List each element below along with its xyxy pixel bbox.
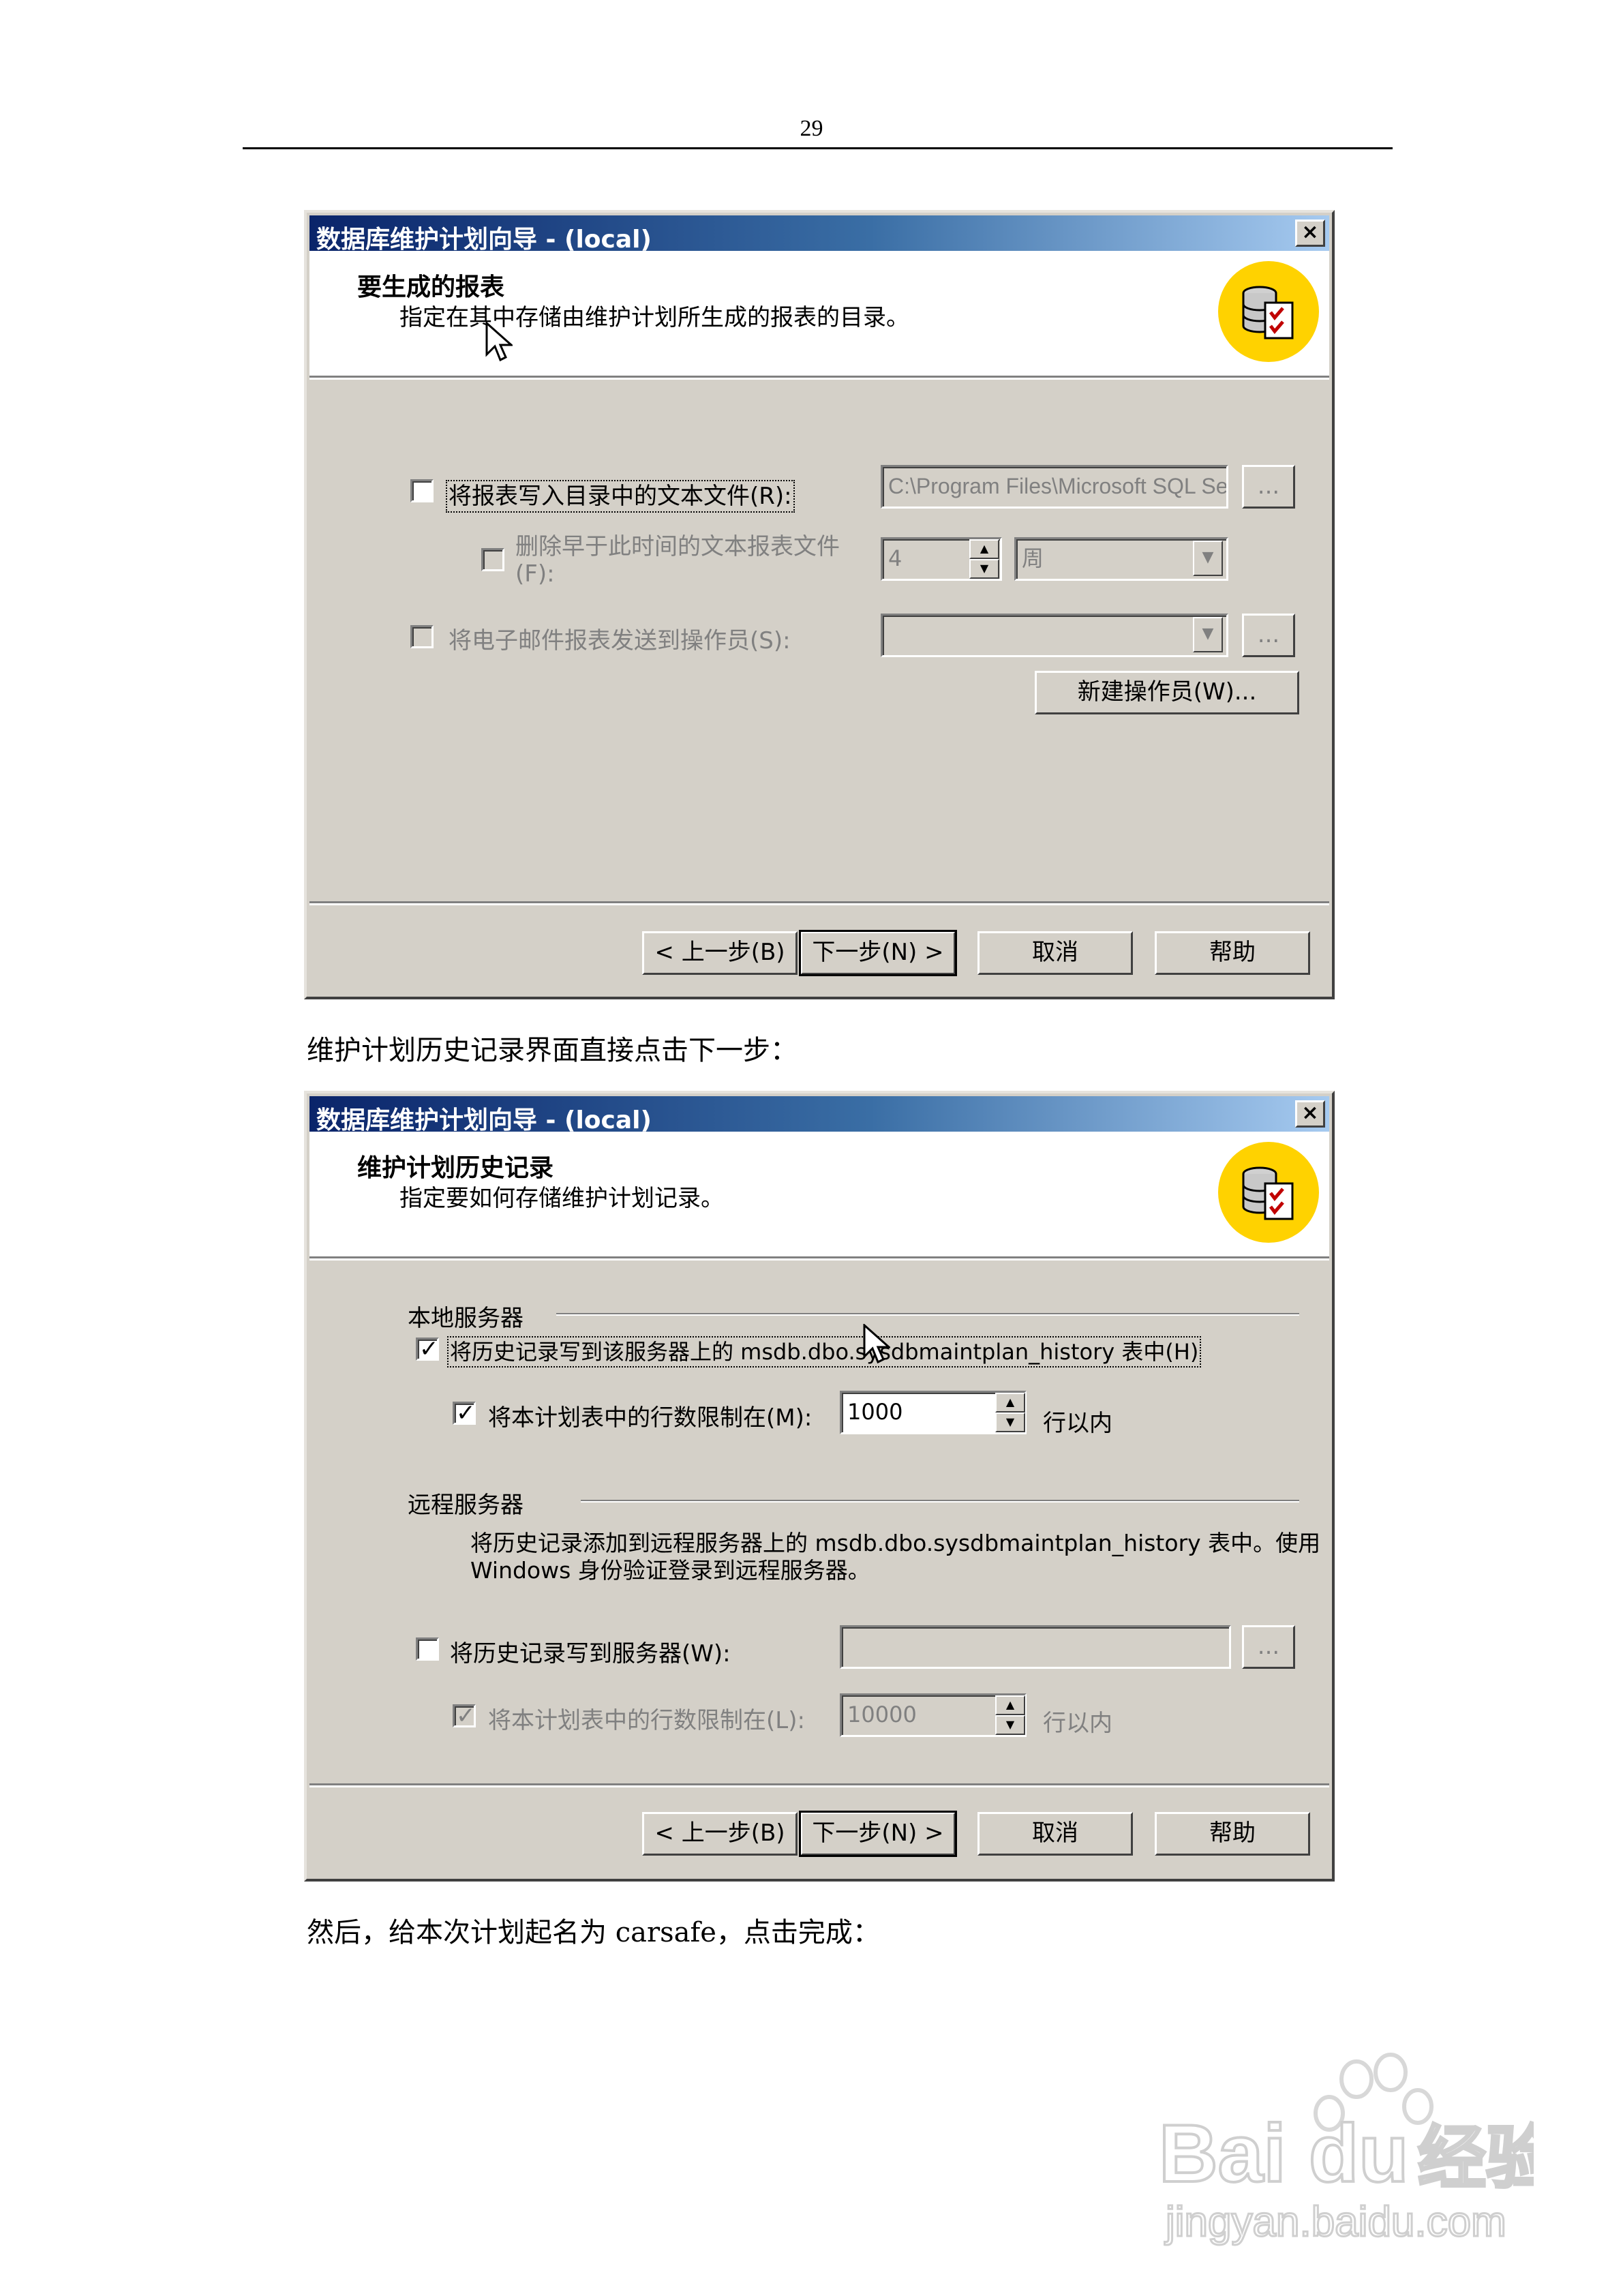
new-operator-button[interactable]: 新建操作员(W)... — [1035, 671, 1299, 714]
operator-select[interactable] — [881, 614, 1228, 657]
window-title: 数据库维护计划向导 - (local) — [316, 226, 652, 254]
baidu-jingyan-watermark: Bai du 经验 jingyan.baidu.com — [1157, 2053, 1534, 2247]
footer-separator — [309, 901, 1329, 905]
step-title: 要生成的报表 — [357, 273, 505, 301]
delete-older-label: 删除早于此时间的文本报表文件 (F): — [515, 533, 840, 588]
caption-name-plan: 然后，给本次计划起名为 carsafe，点击完成： — [307, 1917, 880, 1948]
back-button[interactable]: < 上一步(B) — [642, 1812, 798, 1856]
wizard-header: 维护计划历史记录 指定要如何存储维护计划记录。 — [309, 1132, 1329, 1260]
spin-down-icon[interactable]: ▼ — [969, 559, 999, 579]
remote-server-browse-button[interactable]: ... — [1242, 1625, 1295, 1669]
cancel-button[interactable]: 取消 — [977, 1812, 1133, 1856]
report-path-input[interactable]: C:\Program Files\Microsoft SQL Se — [881, 465, 1228, 509]
remote-limit-suffix: 行以内 — [1043, 1710, 1112, 1737]
cancel-button[interactable]: 取消 — [977, 931, 1133, 975]
step-description: 指定要如何存储维护计划记录。 — [399, 1185, 724, 1212]
help-button[interactable]: 帮助 — [1155, 931, 1310, 975]
window-title: 数据库维护计划向导 - (local) — [316, 1106, 652, 1134]
local-group-line — [556, 1313, 1299, 1316]
back-button[interactable]: < 上一步(B) — [642, 931, 798, 975]
spin-down-icon[interactable]: ▼ — [995, 1413, 1025, 1432]
wizard-dialog-history: 数据库维护计划向导 - (local) × 维护计划历史记录 指定要如何存储维护… — [304, 1091, 1335, 1882]
write-report-checkbox[interactable] — [410, 479, 434, 502]
title-bar[interactable]: 数据库维护计划向导 - (local) × — [309, 1096, 1329, 1134]
caption-history: 维护计划历史记录界面直接点击下一步： — [307, 1035, 798, 1066]
next-button[interactable]: 下一步(N) > — [799, 1811, 957, 1857]
step-title: 维护计划历史记录 — [357, 1154, 554, 1182]
title-bar[interactable]: 数据库维护计划向导 - (local) × — [309, 215, 1329, 254]
delete-older-checkbox[interactable] — [481, 548, 504, 571]
remote-server-input[interactable] — [840, 1625, 1231, 1669]
database-checklist-icon — [1218, 1142, 1319, 1243]
page-number: 29 — [800, 116, 823, 141]
watermark-brand-2: du — [1309, 2108, 1409, 2199]
close-button[interactable]: × — [1295, 220, 1325, 247]
local-history-checkbox[interactable]: ✓ — [416, 1335, 439, 1363]
wizard-header: 要生成的报表 指定在其中存储由维护计划所生成的报表的目录。 — [309, 251, 1329, 380]
remote-history-label: 将历史记录写到服务器(W): — [450, 1640, 731, 1667]
local-limit-label: 将本计划表中的行数限制在(M): — [488, 1404, 813, 1432]
database-checklist-icon — [1218, 261, 1319, 362]
footer-separator — [309, 1783, 1329, 1787]
header-rule — [243, 147, 1393, 149]
spin-down-icon[interactable]: ▼ — [995, 1715, 1025, 1735]
remote-history-checkbox[interactable] — [416, 1637, 439, 1661]
local-limit-spinner[interactable]: ▲ ▼ — [995, 1393, 1025, 1432]
local-limit-suffix: 行以内 — [1043, 1410, 1112, 1437]
write-report-label: 将报表写入目录中的文本文件(R): — [446, 480, 795, 513]
remote-server-group-title: 远程服务器 — [408, 1492, 524, 1519]
report-path-browse-button[interactable]: ... — [1242, 465, 1295, 509]
help-button[interactable]: 帮助 — [1155, 1812, 1310, 1856]
email-report-checkbox[interactable] — [410, 625, 434, 648]
spin-up-icon[interactable]: ▲ — [969, 539, 999, 559]
local-history-label: 将历史记录写到该服务器上的 msdb.dbo.sysdbmaintplan_hi… — [446, 1336, 1202, 1368]
mouse-pointer-icon — [863, 1324, 890, 1364]
close-button[interactable]: × — [1295, 1100, 1325, 1128]
chevron-down-icon[interactable]: ▼ — [1193, 541, 1223, 576]
remote-limit-spinner[interactable]: ▲ ▼ — [995, 1695, 1025, 1735]
step-description: 指定在其中存储由维护计划所生成的报表的目录。 — [399, 304, 909, 331]
local-server-group-title: 本地服务器 — [408, 1305, 524, 1332]
spin-up-icon[interactable]: ▲ — [995, 1393, 1025, 1413]
wizard-dialog-reports: 数据库维护计划向导 - (local) × 要生成的报表 指定在其中存储由维护计… — [304, 210, 1335, 999]
next-button[interactable]: 下一步(N) > — [799, 930, 957, 976]
watermark-url: jingyan.baidu.com — [1164, 2199, 1506, 2246]
remote-group-line — [581, 1500, 1299, 1502]
mouse-pointer-icon — [485, 322, 513, 362]
remote-limit-checkbox[interactable]: ✓ — [453, 1702, 476, 1729]
remote-description: 将历史记录添加到远程服务器上的 msdb.dbo.sysdbmaintplan_… — [470, 1530, 1321, 1584]
chevron-down-icon[interactable]: ▼ — [1193, 617, 1223, 652]
local-limit-checkbox[interactable]: ✓ — [453, 1400, 476, 1427]
remote-limit-label: 将本计划表中的行数限制在(L): — [488, 1707, 805, 1734]
spin-up-icon[interactable]: ▲ — [995, 1695, 1025, 1715]
delete-older-spinner[interactable]: ▲ ▼ — [969, 539, 999, 579]
email-report-label: 将电子邮件报表发送到操作员(S): — [449, 627, 791, 654]
watermark-jingyan: 经验 — [1418, 2118, 1534, 2198]
operator-browse-button[interactable]: ... — [1242, 614, 1295, 657]
watermark-brand: Bai — [1159, 2108, 1286, 2199]
